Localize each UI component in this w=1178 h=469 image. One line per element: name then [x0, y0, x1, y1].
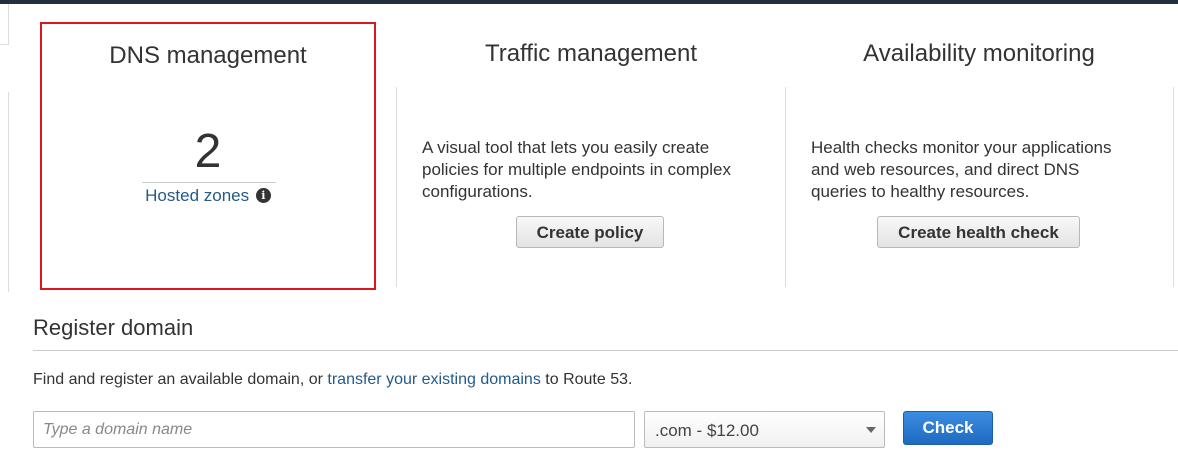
availability-monitoring-description: Health checks monitor your applications …: [811, 137, 1111, 203]
left-panel-edge: [0, 4, 9, 45]
create-policy-button[interactable]: Create policy: [516, 216, 664, 248]
top-navigation-bar: [0, 0, 1178, 4]
check-button[interactable]: Check: [903, 411, 993, 445]
traffic-management-title: Traffic management: [484, 40, 698, 67]
hosted-zones-row: Hosted zones i: [42, 186, 374, 206]
description-text: to Route 53.: [540, 371, 633, 388]
section-divider: [33, 350, 1178, 351]
description-line: configurations.: [422, 182, 533, 201]
availability-monitoring-title: Availability monitoring: [863, 40, 1095, 67]
create-health-check-button[interactable]: Create health check: [877, 216, 1080, 248]
dns-management-title: DNS management: [109, 42, 307, 69]
tld-selected-value: .com - $12.00: [655, 421, 759, 440]
column-divider: [785, 87, 786, 287]
register-domain-description: Find and register an available domain, o…: [33, 371, 632, 389]
hosted-zones-link[interactable]: Hosted zones: [145, 186, 249, 205]
traffic-management-description: A visual tool that lets you easily creat…: [422, 137, 731, 203]
description-line: policies for multiple endpoints in compl…: [422, 160, 731, 179]
description-line: and web resources, and direct DNS: [811, 160, 1080, 179]
description-text: Find and register an available domain, o…: [33, 371, 328, 388]
info-icon[interactable]: i: [255, 188, 271, 203]
hosted-zones-count[interactable]: 2: [42, 124, 374, 179]
register-domain-title: Register domain: [33, 315, 194, 340]
tld-price-select[interactable]: .com - $12.00: [644, 411, 885, 448]
description-line: queries to healthy resources.: [811, 182, 1030, 201]
column-divider: [1173, 87, 1174, 287]
transfer-domains-link[interactable]: transfer your existing domains: [327, 371, 540, 388]
description-line: A visual tool that lets you easily creat…: [422, 138, 710, 157]
chevron-down-icon: [866, 427, 876, 433]
description-line: Health checks monitor your applications: [811, 138, 1112, 157]
column-divider: [396, 87, 397, 287]
left-panel-edge: [0, 92, 9, 292]
count-divider: [142, 182, 276, 183]
dns-management-card: DNS management 2 Hosted zones i: [40, 22, 376, 290]
domain-name-input[interactable]: [33, 411, 635, 448]
